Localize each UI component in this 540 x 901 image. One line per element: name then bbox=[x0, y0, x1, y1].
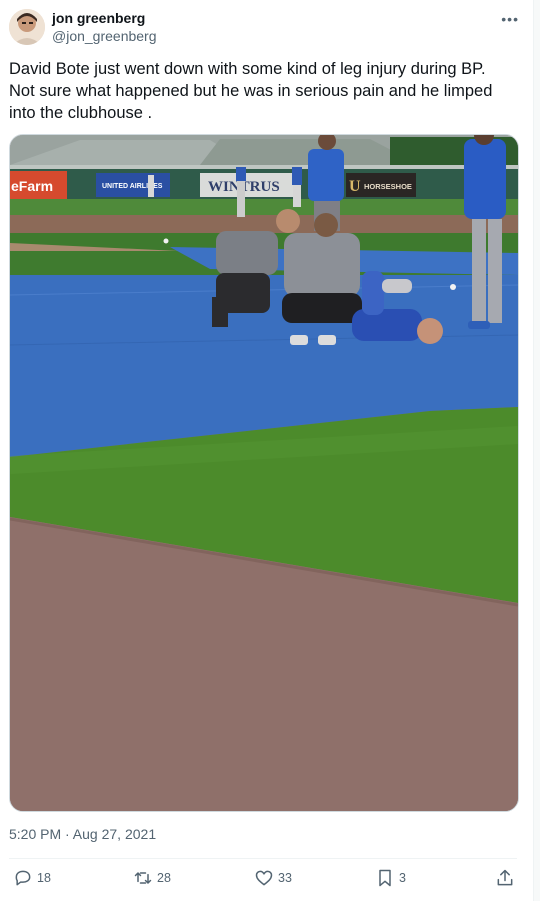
sign-farm: eFarm bbox=[11, 178, 53, 194]
more-icon[interactable]: ••• bbox=[501, 11, 519, 27]
bookmark-count: 3 bbox=[399, 871, 406, 885]
divider bbox=[9, 858, 517, 859]
share-icon bbox=[497, 869, 513, 886]
action-bar: 18 28 33 3 bbox=[9, 868, 517, 896]
reply-icon bbox=[15, 870, 31, 886]
tweet-card: jon greenberg @jon_greenberg ••• David B… bbox=[0, 0, 534, 901]
bookmark-icon bbox=[379, 869, 391, 887]
retweet-count: 28 bbox=[157, 871, 171, 885]
like-count: 33 bbox=[278, 871, 292, 885]
tweet-timestamp[interactable]: 5:20 PM · Aug 27, 2021 bbox=[9, 826, 156, 842]
avatar[interactable] bbox=[9, 9, 45, 45]
author-name[interactable]: jon greenberg bbox=[52, 10, 145, 26]
tweet-text: David Bote just went down with some kind… bbox=[9, 60, 497, 122]
retweet-button[interactable]: 28 bbox=[133, 868, 171, 888]
photo-scene: eFarm UNITED AIRLINES WINTRUS HORSESHOE … bbox=[10, 135, 518, 811]
retweet-icon bbox=[134, 872, 152, 884]
tweet-header: jon greenberg @jon_greenberg ••• bbox=[9, 9, 519, 49]
tweet-photo[interactable]: eFarm UNITED AIRLINES WINTRUS HORSESHOE … bbox=[9, 134, 519, 812]
reply-button[interactable]: 18 bbox=[13, 868, 51, 888]
author-handle[interactable]: @jon_greenberg bbox=[52, 28, 157, 44]
bookmark-button[interactable]: 3 bbox=[375, 868, 406, 888]
share-button[interactable] bbox=[495, 868, 519, 888]
sign-horseshoe: HORSESHOE bbox=[364, 182, 412, 191]
like-icon bbox=[255, 870, 273, 886]
svg-text:U: U bbox=[349, 178, 361, 195]
scrollbar-track[interactable] bbox=[533, 0, 540, 901]
reply-count: 18 bbox=[37, 871, 51, 885]
like-button[interactable]: 33 bbox=[254, 868, 292, 888]
